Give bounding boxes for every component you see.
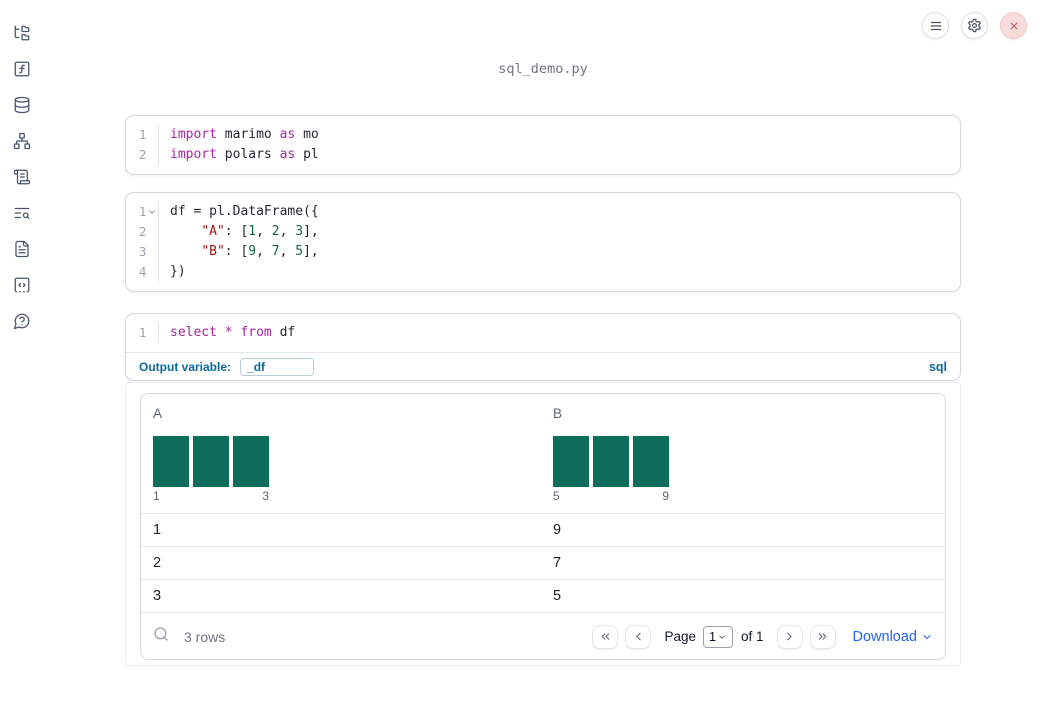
- page-label: Page: [664, 629, 696, 644]
- menu-icon: [930, 21, 941, 30]
- column-histogram: [153, 436, 541, 487]
- row-count: 3 rows: [184, 628, 226, 645]
- page-of-label: of 1: [740, 629, 764, 644]
- page-select[interactable]: 1: [702, 625, 733, 648]
- line-number-gutter: 2: [126, 222, 159, 242]
- close-icon: [1010, 22, 1017, 29]
- column-label: B: [553, 406, 563, 421]
- cell-output: A13B59 192735 3 rows Page 1 of 1 Downloa…: [125, 382, 961, 666]
- chevrons-left-icon: [601, 633, 610, 640]
- table-row[interactable]: 35: [141, 580, 945, 613]
- chevrons-right-icon: [818, 633, 827, 640]
- histogram-bar: [193, 436, 229, 487]
- chevron-right-icon: [787, 632, 792, 641]
- code-line: 4}): [126, 262, 960, 282]
- code-line: 2 import polars as pl: [126, 145, 960, 165]
- table-body: 192735: [141, 514, 945, 613]
- table-header-row: A 13 B 59: [141, 394, 945, 514]
- sidebar-item-datasources[interactable]: [13, 96, 31, 114]
- line-number-gutter: 3: [126, 242, 159, 262]
- histogram-range-labels: 13: [153, 489, 269, 503]
- folder-tree-icon: [14, 25, 30, 41]
- table-cell: 9: [553, 522, 562, 538]
- output-variable-input[interactable]: [240, 357, 315, 376]
- code-line: 1 select * from df: [126, 323, 960, 343]
- code-editor[interactable]: 1 select * from df: [126, 314, 960, 352]
- histogram-bar: [233, 436, 269, 487]
- text-search-icon: [14, 207, 30, 219]
- table-row[interactable]: 19: [141, 514, 945, 547]
- download-label: Download: [852, 628, 918, 645]
- code-editor[interactable]: 1 import marimo as mo 2 import polars as pl: [126, 116, 960, 174]
- line-number-gutter: 4: [126, 262, 159, 282]
- dataframe-table: A13B59 192735 3 rows Page 1 of 1 Downloa…: [140, 393, 946, 660]
- language-badge: sql: [928, 359, 947, 374]
- first-page-button[interactable]: [592, 624, 619, 649]
- sidebar-item-logs[interactable]: [13, 168, 31, 186]
- menu-button[interactable]: [922, 12, 949, 39]
- table-row[interactable]: 27: [141, 547, 945, 580]
- database-icon: [14, 96, 30, 114]
- cell-imports: 1 import marimo as mo 2 import polars as pl: [125, 115, 961, 175]
- column-histogram: [553, 436, 941, 487]
- code-line: 1 df = pl.DataFrame({: [126, 202, 960, 222]
- prev-page-button[interactable]: [625, 624, 652, 649]
- sidebar-item-help[interactable]: [13, 312, 31, 330]
- histogram-range-labels: 59: [553, 489, 669, 503]
- chevron-down-icon: [719, 634, 725, 639]
- settings-button[interactable]: [961, 12, 988, 39]
- sidebar-item-outline-search[interactable]: [13, 204, 31, 222]
- chevron-left-icon: [636, 632, 641, 641]
- column-label: A: [153, 406, 163, 421]
- function-square-icon: [14, 61, 30, 77]
- download-button[interactable]: Download: [853, 629, 934, 645]
- cell-dataframe: 1 df = pl.DataFrame({2 "A": [1, 2, 3], 3 "…: [125, 192, 961, 292]
- notebook-title: sql_demo.py: [498, 61, 588, 77]
- scroll-text-icon: [13, 169, 31, 185]
- file-text-icon: [15, 240, 29, 258]
- code-line: 2 "A": [1, 2, 3],: [126, 222, 960, 242]
- code-editor[interactable]: 1 df = pl.DataFrame({2 "A": [1, 2, 3], 3 "…: [126, 193, 960, 291]
- sql-cell-footer: Output variable: sql: [126, 352, 960, 380]
- output-variable-label: Output variable:: [139, 359, 232, 374]
- histogram-bar: [593, 436, 629, 487]
- table-footer: 3 rows Page 1 of 1 Download: [141, 613, 945, 659]
- cell-sql: 1select * from df Output variable: sql: [125, 313, 961, 381]
- histogram-bar: [553, 436, 589, 487]
- histogram-bar: [153, 436, 189, 487]
- line-number-gutter: 1: [126, 202, 159, 222]
- settings-gear-icon: [968, 18, 981, 33]
- next-page-button[interactable]: [776, 624, 803, 649]
- sidebar-item-variables[interactable]: [13, 60, 31, 78]
- column-header[interactable]: A 13: [141, 394, 541, 513]
- column-header[interactable]: B 59: [541, 394, 941, 513]
- sidebar-item-documentation[interactable]: [13, 240, 31, 258]
- sidebar-item-snippets[interactable]: [13, 276, 31, 294]
- line-number-gutter: 1: [126, 125, 159, 145]
- histogram-bar: [633, 436, 669, 487]
- help-bubble-icon: [13, 313, 30, 330]
- line-number-gutter: 1: [126, 323, 159, 343]
- table-cell: 2: [153, 555, 162, 571]
- search-icon[interactable]: [153, 626, 169, 647]
- code-line: 1 import marimo as mo: [126, 125, 960, 145]
- sidebar-item-files[interactable]: [13, 24, 31, 42]
- notebook-controls: [922, 12, 1027, 39]
- sidebar-item-dependencies[interactable]: [13, 132, 31, 150]
- helper-sidebar: [0, 0, 44, 713]
- shutdown-button[interactable]: [1000, 12, 1027, 39]
- table-cell: 5: [553, 588, 562, 604]
- table-cell: 7: [553, 555, 562, 571]
- chevron-down-icon: [923, 634, 931, 639]
- code-square-icon: [14, 277, 30, 293]
- code-line: 3 "B": [9, 7, 5],: [126, 242, 960, 262]
- table-cell: 1: [153, 522, 162, 538]
- line-number-gutter: 2: [126, 145, 159, 165]
- table-cell: 3: [153, 588, 162, 604]
- page-select-value: 1: [708, 629, 717, 644]
- network-icon: [13, 132, 31, 150]
- last-page-button[interactable]: [809, 624, 836, 649]
- fold-chevron-icon[interactable]: [146, 202, 158, 222]
